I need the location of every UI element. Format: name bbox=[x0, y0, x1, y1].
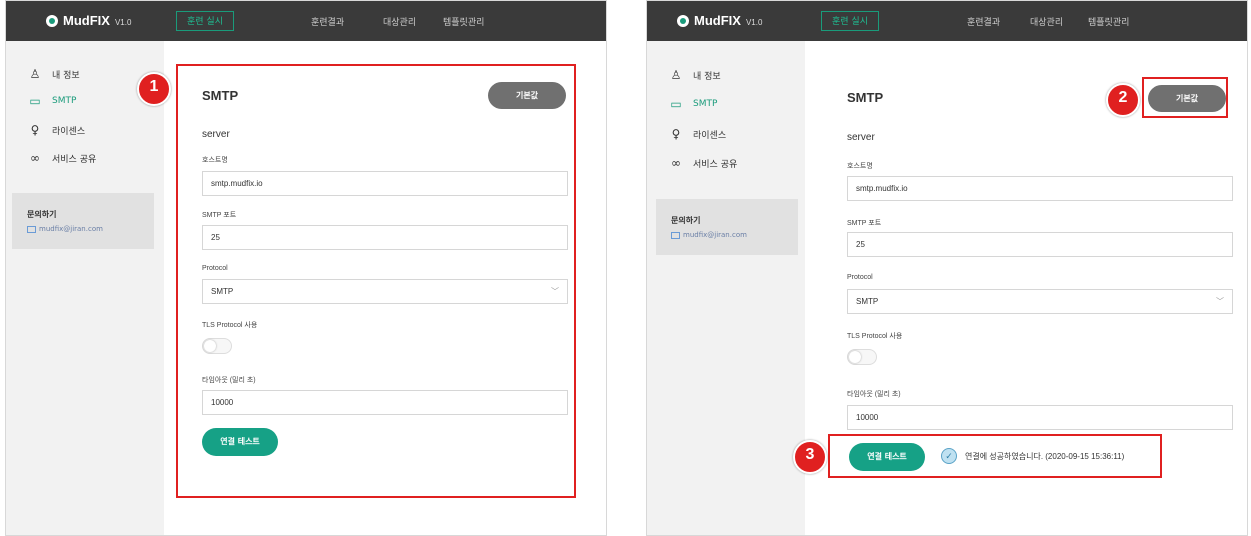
annotation-badge-1: 1 bbox=[137, 72, 171, 106]
mudfix-logo-icon bbox=[46, 14, 58, 27]
nav-training-start[interactable]: 훈련 실시 bbox=[821, 11, 879, 31]
timeout-label: 타임아웃 (밀리 초) bbox=[847, 391, 901, 398]
host-label: 호스트명 bbox=[847, 163, 873, 170]
chevron-down-icon: ﹀ bbox=[1216, 297, 1224, 306]
sidebar-item-label: 서비스 공유 bbox=[693, 159, 738, 170]
sidebar-item-license[interactable]: ♀ 라이센스 bbox=[28, 123, 86, 137]
mail-icon bbox=[27, 225, 36, 233]
port-input[interactable]: 25 bbox=[847, 232, 1233, 257]
tls-toggle[interactable] bbox=[847, 349, 877, 365]
contact-email-link[interactable]: mudfix@jiran.com bbox=[671, 231, 747, 239]
top-navbar: MudFIX V1.0 훈련 실시 훈련결과 대상관리 템플릿관리 bbox=[6, 1, 606, 41]
monitor-icon: ▭ bbox=[670, 97, 682, 111]
annotation-badge-3: 3 bbox=[793, 440, 827, 474]
link-icon: ∞ bbox=[671, 156, 681, 170]
user-icon: ♙ bbox=[29, 67, 41, 81]
logo[interactable]: MudFIX V1.0 bbox=[677, 13, 762, 28]
annotation-badge-2: 2 bbox=[1106, 83, 1140, 117]
annotation-box-form bbox=[176, 64, 576, 498]
timeout-input[interactable]: 10000 bbox=[847, 405, 1233, 430]
contact-title: 문의하기 bbox=[671, 216, 701, 225]
port-label: SMTP 포트 bbox=[847, 220, 882, 227]
mail-icon bbox=[671, 231, 680, 239]
version-label: V1.0 bbox=[745, 17, 763, 27]
sidebar-item-label: 내 정보 bbox=[52, 70, 80, 81]
monitor-icon: ▭ bbox=[29, 94, 41, 108]
award-icon: ♀ bbox=[30, 123, 40, 137]
top-navbar: MudFIX V1.0 훈련 실시 훈련결과 대상관리 템플릿관리 bbox=[647, 1, 1247, 41]
nav-template-management[interactable]: 템플릿관리 bbox=[1088, 15, 1129, 28]
nav-target-management[interactable]: 대상관리 bbox=[383, 15, 416, 28]
sidebar-item-label: 라이센스 bbox=[52, 126, 86, 137]
sidebar-item-my-info[interactable]: ♙ 내 정보 bbox=[669, 68, 721, 82]
mudfix-logo-icon bbox=[677, 14, 689, 27]
sidebar-item-service-share[interactable]: ∞ 서비스 공유 bbox=[28, 151, 96, 165]
contact-email-link[interactable]: mudfix@jiran.com bbox=[27, 225, 103, 233]
sidebar-item-label: 라이센스 bbox=[693, 130, 727, 141]
contact-email: mudfix@jiran.com bbox=[39, 225, 103, 233]
sidebar-item-label: SMTP bbox=[52, 96, 77, 106]
contact-box: 문의하기 mudfix@jiran.com bbox=[656, 199, 798, 255]
sidebar-item-smtp[interactable]: ▭ SMTP bbox=[28, 94, 76, 108]
sidebar-item-label: SMTP bbox=[693, 99, 718, 109]
annotation-box-test bbox=[828, 434, 1162, 478]
contact-email: mudfix@jiran.com bbox=[683, 231, 747, 239]
tls-label: TLS Protocol 사용 bbox=[847, 333, 903, 340]
server-section-title: server bbox=[847, 132, 875, 143]
version-label: V1.0 bbox=[114, 17, 132, 27]
sidebar-item-smtp[interactable]: ▭ SMTP bbox=[669, 97, 717, 111]
link-icon: ∞ bbox=[30, 151, 40, 165]
sidebar-item-label: 서비스 공유 bbox=[52, 154, 97, 165]
protocol-label: Protocol bbox=[847, 274, 873, 281]
sidebar: ♙ 내 정보 ▭ SMTP ♀ 라이센스 ∞ 서비스 공유 문의하기 mudfi… bbox=[6, 41, 164, 535]
user-icon: ♙ bbox=[670, 68, 682, 82]
nav-training-results[interactable]: 훈련결과 bbox=[967, 15, 1000, 28]
logo[interactable]: MudFIX V1.0 bbox=[46, 13, 131, 28]
page-title: SMTP bbox=[847, 90, 884, 105]
contact-title: 문의하기 bbox=[27, 210, 57, 219]
logo-text: MudFIX bbox=[63, 13, 110, 28]
host-input[interactable]: smtp.mudfix.io bbox=[847, 176, 1233, 201]
sidebar-item-label: 내 정보 bbox=[693, 71, 721, 82]
sidebar-item-license[interactable]: ♀ 라이센스 bbox=[669, 127, 727, 141]
sidebar-item-service-share[interactable]: ∞ 서비스 공유 bbox=[669, 156, 737, 170]
protocol-select[interactable]: SMTP ﹀ bbox=[847, 289, 1233, 314]
sidebar: ♙ 내 정보 ▭ SMTP ♀ 라이센스 ∞ 서비스 공유 문의하기 mudfi… bbox=[647, 41, 805, 535]
logo-text: MudFIX bbox=[694, 13, 741, 28]
protocol-value: SMTP bbox=[856, 297, 879, 306]
nav-target-management[interactable]: 대상관리 bbox=[1030, 15, 1063, 28]
contact-box: 문의하기 mudfix@jiran.com bbox=[12, 193, 154, 249]
nav-template-management[interactable]: 템플릿관리 bbox=[443, 15, 484, 28]
nav-training-results[interactable]: 훈련결과 bbox=[311, 15, 344, 28]
annotation-box-default bbox=[1142, 77, 1228, 118]
award-icon: ♀ bbox=[671, 127, 681, 141]
sidebar-item-my-info[interactable]: ♙ 내 정보 bbox=[28, 67, 80, 81]
nav-training-start[interactable]: 훈련 실시 bbox=[176, 11, 234, 31]
